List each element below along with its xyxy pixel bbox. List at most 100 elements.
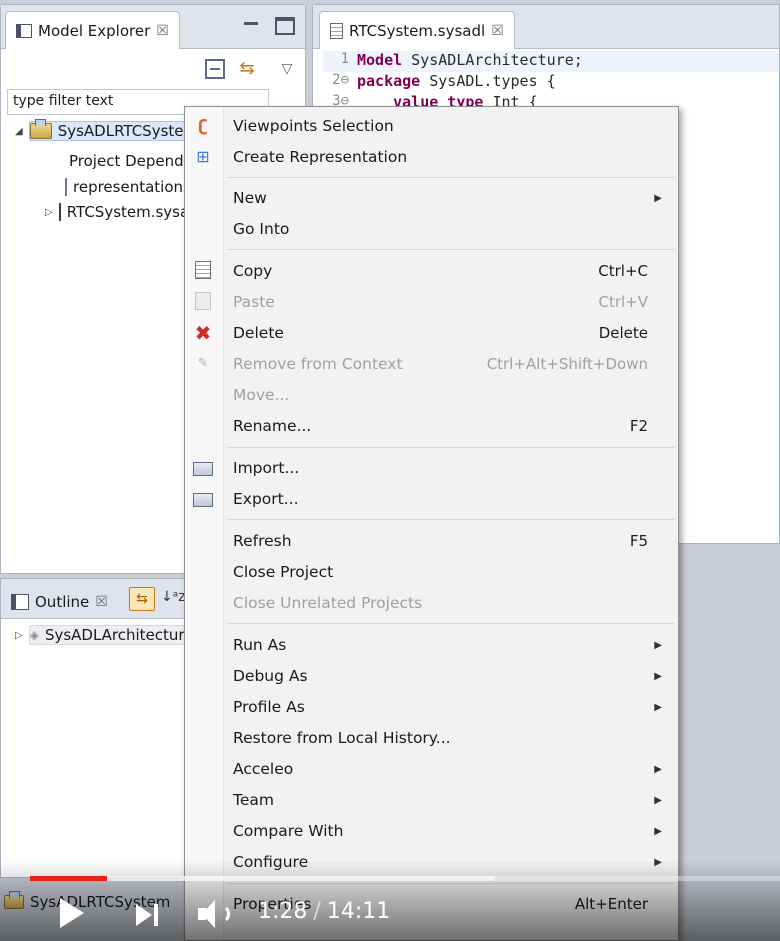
menu-item-team[interactable]: Team ▶ [185,786,678,814]
outline-item[interactable]: ▷ ◈ SysADLArchitecture [15,623,185,647]
menu-item-configure[interactable]: Configure ▶ [185,848,678,876]
menu-item-debug-as[interactable]: Debug As ▶ [185,662,678,690]
project-folder-icon [29,119,52,139]
submenu-arrow-icon: ▶ [654,856,662,868]
sort-alphabetical-icon[interactable]: ↓ᵃz [161,589,186,605]
menu-item-label: Create Representation [233,148,408,166]
export-icon [193,493,213,507]
link-with-editor-icon[interactable]: ⇆ [237,59,257,79]
menu-item-go-into[interactable]: Go Into [185,215,678,243]
menu-item-shortcut: Alt+Enter [574,895,648,913]
video-progress-bar[interactable] [30,876,780,881]
view-menu-chevron-icon[interactable]: ▽ [277,59,297,79]
tab-label: Outline [35,593,90,611]
menu-item-profile-as[interactable]: Profile As ▶ [185,693,678,721]
submenu-arrow-icon: ▶ [654,763,662,775]
tab-rtcsystem-sysadl[interactable]: RTCSystem.sysadl ☒ [319,11,515,49]
tree-item-sysadl-file[interactable]: ▷ RTCSystem.sysadl [45,200,185,224]
close-tab-icon[interactable]: ☒ [95,594,108,610]
collapse-all-icon[interactable] [205,59,225,79]
menu-item-shortcut: F5 [629,532,648,550]
menu-item-label: Paste [233,293,275,311]
menu-item-rename[interactable]: Rename... F2 [185,412,678,440]
menu-item-label: Configure [233,853,309,871]
tree-item-project[interactable]: ◢ SysADLRTCSystem [15,119,185,143]
explorer-tab-bar: Model Explorer ☒ [1,5,305,49]
outline-node[interactable]: ◈ SysADLArchitecture [28,625,185,645]
code-line[interactable]: 1 Model SysADLArchitecture; [323,51,779,72]
menu-item-label: Refresh [233,532,292,550]
outline-icon [11,594,29,610]
menu-separator [227,177,674,178]
menu-item-close-project[interactable]: Close Project [185,558,678,586]
paste-icon [195,292,211,310]
tree-item-representations[interactable]: representations.aird [65,175,185,199]
menu-item-acceleo[interactable]: Acceleo ▶ [185,755,678,783]
play-icon[interactable] [60,898,84,928]
remove-from-context-icon: ✎ [197,356,209,371]
menu-item-delete[interactable]: ✖ Delete Delete [185,319,678,347]
menu-separator [227,883,674,884]
link-with-editor-icon[interactable]: ⇆ [129,587,155,611]
menu-item-label: Close Project [233,563,334,581]
menu-item-label: New [233,189,267,207]
menu-item-create-representation[interactable]: ⊞ Create Representation [185,143,678,171]
selected-node[interactable]: SysADLRTCSystem [28,119,185,141]
menu-item-label: Team [233,791,274,809]
tree-item-dependencies[interactable]: Project Dependencies [63,149,185,173]
code-line[interactable]: 2⊖ package SysADL.types { [323,72,556,93]
tab-model-explorer[interactable]: Model Explorer ☒ [5,11,180,49]
next-video-icon[interactable] [136,902,162,928]
submenu-arrow-icon: ▶ [654,701,662,713]
current-time: 1:28 [258,899,308,924]
import-icon [193,462,213,476]
submenu-arrow-icon: ▶ [654,192,662,204]
menu-item-new[interactable]: New ▶ [185,184,678,212]
menu-item-shortcut: F2 [629,417,648,435]
close-tab-icon[interactable]: ☒ [156,23,169,39]
menu-separator [227,519,674,520]
submenu-arrow-icon: ▶ [654,825,662,837]
tree-item-label: Project Dependencies [69,152,185,170]
menu-item-restore-local-history[interactable]: Restore from Local History... [185,724,678,752]
menu-item-label: Rename... [233,417,312,435]
close-tab-icon[interactable]: ☒ [491,23,504,39]
menu-item-label: Import... [233,459,300,477]
collapsed-arrow-icon[interactable]: ▷ [45,207,53,218]
menu-item-move[interactable]: Move... [185,381,678,409]
menu-item-copy[interactable]: Copy Ctrl+C [185,257,678,285]
model-explorer-icon [16,23,32,38]
line-number: 2⊖ [332,72,349,88]
menu-item-compare-with[interactable]: Compare With ▶ [185,817,678,845]
expanded-arrow-icon[interactable]: ◢ [15,126,23,137]
menu-item-export[interactable]: Export... [185,485,678,513]
maximize-view-icon[interactable] [275,17,295,35]
menu-item-import[interactable]: Import... [185,454,678,482]
menu-item-label: Close Unrelated Projects [233,594,423,612]
minimize-view-icon[interactable] [241,17,261,35]
menu-item-viewpoints-selection[interactable]: ʗ Viewpoints Selection [185,112,678,140]
menu-item-remove-from-context[interactable]: ✎ Remove from Context Ctrl+Alt+Shift+Dow… [185,350,678,378]
menu-item-paste[interactable]: Paste Ctrl+V [185,288,678,316]
menu-item-shortcut: Delete [598,324,648,342]
menu-item-shortcut: Ctrl+C [598,262,648,280]
menu-item-run-as[interactable]: Run As ▶ [185,631,678,659]
outline-item-label: SysADLArchitecture [44,626,185,644]
create-representation-icon: ⊞ [196,147,210,166]
menu-item-label: Compare With [233,822,344,840]
video-duration: 14:11 [326,899,391,924]
video-played-bar [30,876,108,881]
project-folder-icon [4,891,24,909]
tree-item-label: RTCSystem.sysadl [66,203,185,221]
delete-icon: ✖ [194,321,212,345]
menu-item-refresh[interactable]: Refresh F5 [185,527,678,555]
menu-item-close-unrelated-projects[interactable]: Close Unrelated Projects [185,589,678,617]
tab-outline[interactable]: Outline ☒ [7,585,112,619]
editor-tab-bar: RTCSystem.sysadl ☒ [313,5,779,49]
collapsed-arrow-icon[interactable]: ▷ [15,630,23,641]
menu-item-label: Move... [233,386,290,404]
menu-separator [227,249,674,250]
tree-item-label: SysADLRTCSystem [57,122,185,140]
volume-icon[interactable] [198,898,234,932]
tree-item-label: representations.aird [73,178,185,196]
